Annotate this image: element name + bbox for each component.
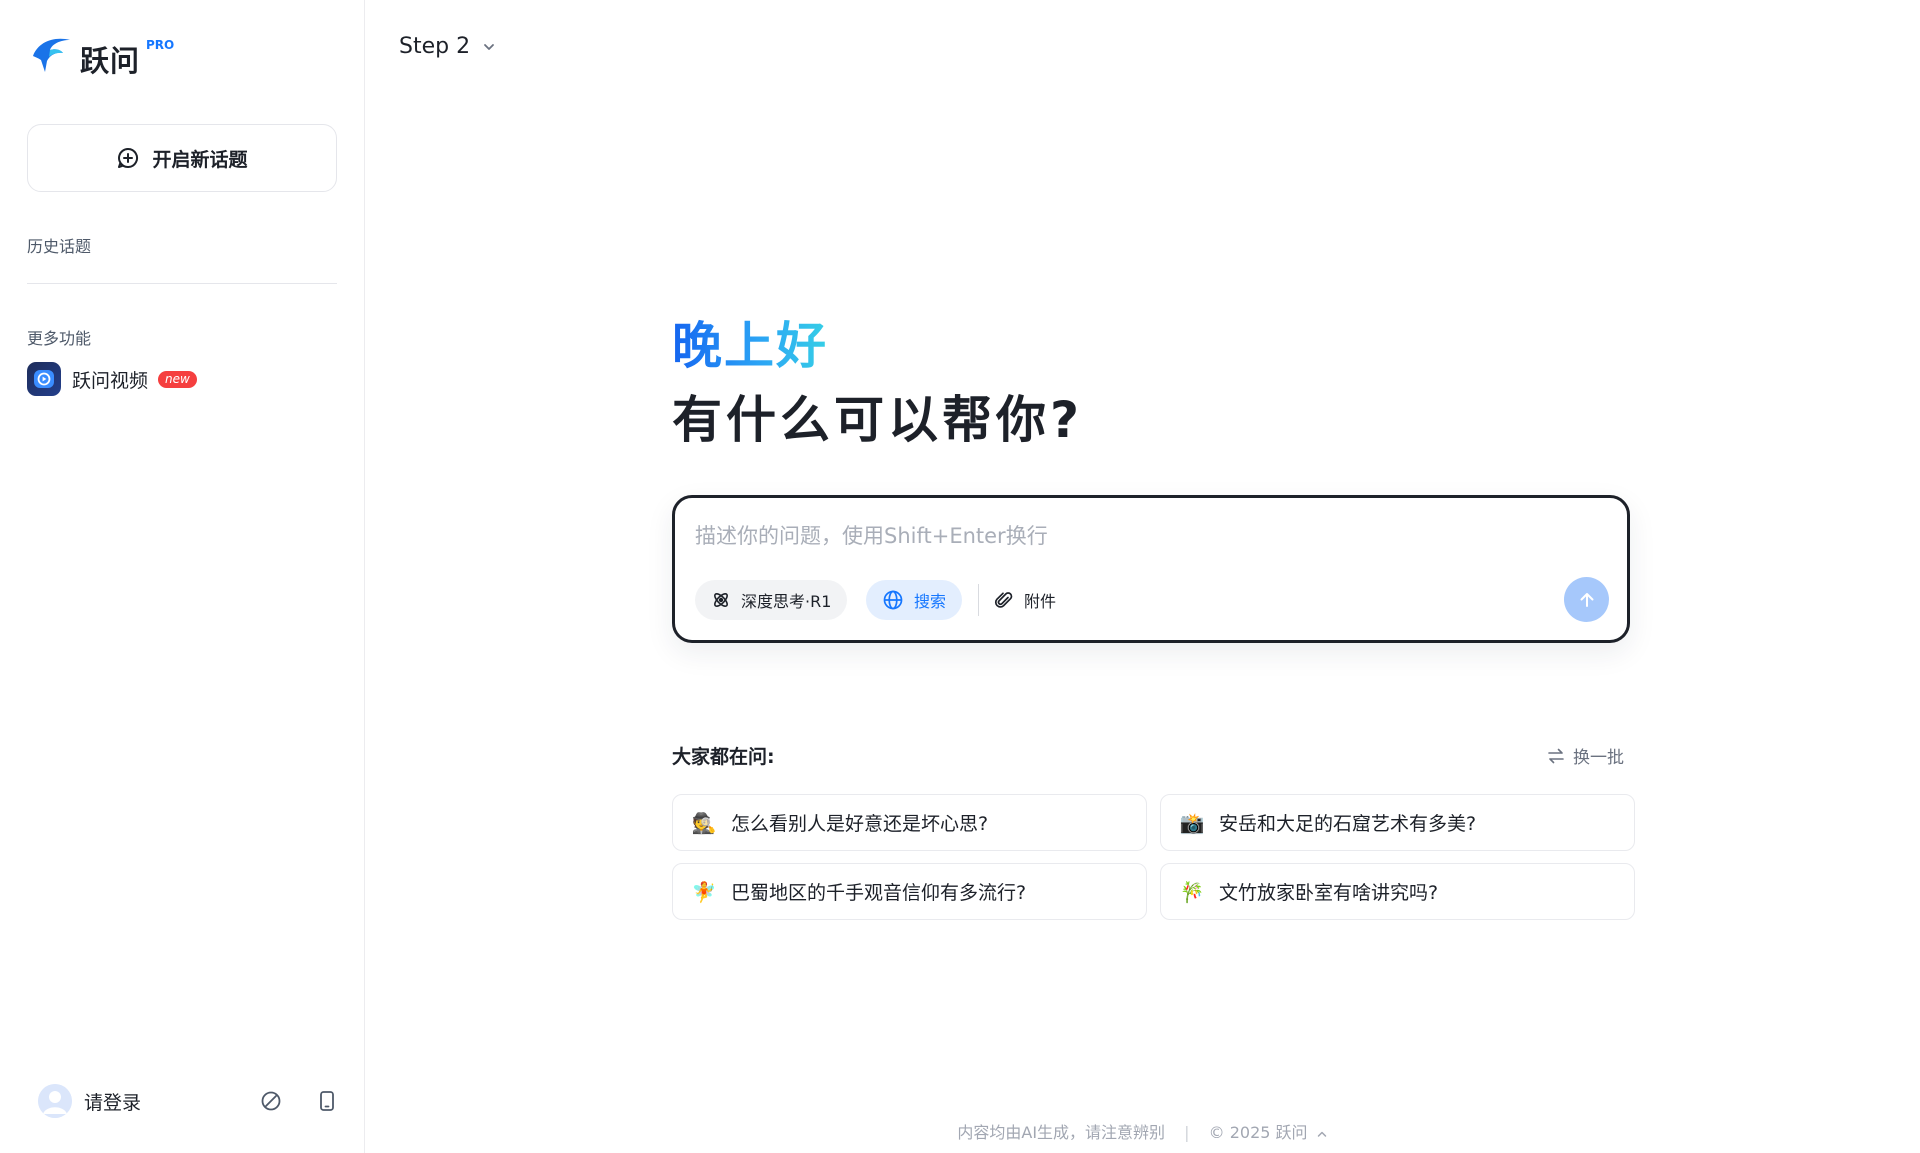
question-input[interactable] (695, 524, 1575, 548)
detective-icon: 🕵 (691, 810, 717, 835)
camera-icon: 📸 (1179, 810, 1205, 835)
asking-title: 大家都在问: (672, 746, 775, 768)
refresh-label: 换一批 (1573, 748, 1624, 768)
brand-logo[interactable]: 跃问 PRO (30, 34, 174, 80)
deep-think-toggle[interactable]: 深度思考·R1 (695, 580, 848, 620)
note-icon[interactable] (260, 1090, 282, 1112)
attach-label: 附件 (1024, 592, 1057, 611)
chevron-down-icon (484, 43, 494, 50)
new-badge: new (158, 370, 197, 388)
login-link[interactable]: 请登录 (84, 1088, 141, 1115)
chevron-up-icon[interactable] (1316, 1128, 1328, 1140)
deep-think-label: 深度思考·R1 (741, 592, 832, 611)
footer-note: 内容均由AI生成，请注意辨别 | © 2025 跃问 (365, 1119, 1920, 1143)
add-chat-icon (118, 148, 139, 168)
atom-icon (714, 593, 728, 607)
more-features-label: 更多功能 (27, 329, 92, 348)
new-topic-label: 开启新话题 (152, 148, 248, 171)
history-section-label: 历史话题 (27, 237, 92, 256)
fairy-icon: 🧚 (691, 879, 717, 904)
headline-text: 有什么可以帮你? (672, 391, 1084, 449)
greeting-text: 晚上好 (672, 306, 828, 378)
refresh-button[interactable]: 换一批 (1547, 743, 1624, 768)
video-play-icon (27, 362, 61, 396)
bamboo-icon: 🎋 (1179, 879, 1205, 904)
suggestion-text: 巴蜀地区的千手观音信仰有多流行? (731, 882, 1027, 904)
send-button[interactable] (1564, 577, 1609, 622)
avatar[interactable] (38, 1084, 72, 1118)
phone-icon[interactable] (316, 1090, 338, 1112)
sidebar: 跃问 PRO 开启新话题 历史话题 更多功能 跃问视频 new 请登录 (0, 0, 365, 1153)
composer-box: 深度思考·R1 搜索 附件 (672, 495, 1630, 643)
suggestion-card[interactable]: 🧚 巴蜀地区的千手观音信仰有多流行? (672, 863, 1147, 920)
suggestion-text: 怎么看别人是好意还是坏心思? (731, 813, 989, 835)
sidebar-item-video[interactable]: 跃问视频 new (27, 362, 197, 396)
dolphin-logo-icon (33, 38, 70, 72)
model-selector-label: Step 2 (399, 34, 471, 59)
copyright-text[interactable]: © 2025 跃问 (1209, 1123, 1308, 1142)
footer-separator: | (1184, 1123, 1190, 1142)
suggestion-card[interactable]: 🕵 怎么看别人是好意还是坏心思? (672, 794, 1147, 851)
search-label: 搜索 (914, 592, 947, 611)
main-panel: Step 2 晚上好 有什么可以帮你? 深度思考·R1 (365, 0, 1920, 1153)
sidebar-footer: 请登录 (38, 1084, 338, 1118)
app-root: 跃问 PRO 开启新话题 历史话题 更多功能 跃问视频 new 请登录 Step… (0, 0, 1920, 1153)
swap-icon (1548, 748, 1564, 763)
arrow-up-icon (1580, 592, 1593, 607)
brand-name: 跃问 (80, 44, 141, 78)
model-selector[interactable]: Step 2 (399, 34, 496, 59)
sidebar-item-label: 跃问视频 (72, 369, 149, 392)
suggestion-text: 文竹放家卧室有啥讲究吗? (1219, 882, 1439, 904)
search-toggle[interactable]: 搜索 (866, 580, 963, 620)
chip-divider (978, 584, 979, 616)
suggestion-card[interactable]: 🎋 文竹放家卧室有啥讲究吗? (1160, 863, 1635, 920)
footer-icon-group (260, 1090, 338, 1112)
sidebar-divider (27, 283, 337, 284)
disclaimer-text: 内容均由AI生成，请注意辨别 (957, 1123, 1166, 1142)
brand-badge: PRO (146, 38, 175, 52)
paperclip-icon (994, 592, 1013, 608)
globe-icon (883, 590, 903, 610)
new-topic-button[interactable]: 开启新话题 (27, 124, 337, 192)
suggestion-text: 安岳和大足的石窟艺术有多美? (1219, 813, 1477, 835)
user-avatar-icon (38, 1084, 72, 1118)
attach-button[interactable]: 附件 (988, 580, 1062, 620)
suggestion-card[interactable]: 📸 安岳和大足的石窟艺术有多美? (1160, 794, 1635, 851)
